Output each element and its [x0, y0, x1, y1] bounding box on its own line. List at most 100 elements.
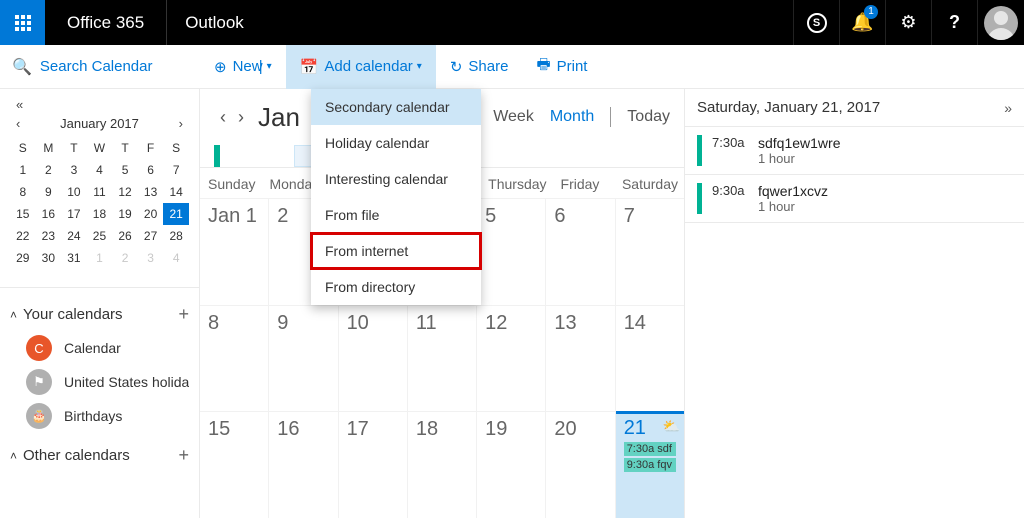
- minical-day[interactable]: 6: [138, 159, 164, 181]
- minical-day[interactable]: 7: [163, 159, 189, 181]
- add-calendar-button[interactable]: 📅 Add calendar ▾: [286, 45, 436, 89]
- month-cell[interactable]: Jan 1: [200, 198, 269, 305]
- calendar-list-item[interactable]: ⚑United States holidays: [10, 365, 189, 399]
- minical-day[interactable]: 9: [36, 181, 62, 203]
- menu-item[interactable]: From internet: [311, 233, 481, 269]
- month-cell[interactable]: 18: [408, 411, 477, 518]
- cal-prev[interactable]: ‹: [214, 107, 232, 128]
- minical-day[interactable]: 20: [138, 203, 164, 225]
- calendar-list-item[interactable]: CCalendar: [10, 331, 189, 365]
- minical-day[interactable]: 12: [112, 181, 138, 203]
- date-number: 5: [485, 205, 537, 228]
- month-cell[interactable]: 9: [269, 305, 338, 412]
- minical-day[interactable]: 11: [87, 181, 113, 203]
- skype-button[interactable]: S: [794, 0, 839, 45]
- minical-day[interactable]: 17: [61, 203, 87, 225]
- minical-day[interactable]: 15: [10, 203, 36, 225]
- month-cell[interactable]: 13: [546, 305, 615, 412]
- help-button[interactable]: ?: [932, 0, 977, 45]
- minical-day[interactable]: 27: [138, 225, 164, 247]
- minical-day[interactable]: 16: [36, 203, 62, 225]
- mini-calendar[interactable]: SMTWTFS 12345678910111213141516171819202…: [10, 137, 189, 269]
- minical-day[interactable]: 4: [163, 247, 189, 269]
- month-cell[interactable]: 10: [339, 305, 408, 412]
- month-cell[interactable]: 11: [408, 305, 477, 412]
- collapse-sidebar-button[interactable]: «: [12, 97, 26, 112]
- calendar-list-item[interactable]: 🎂Birthdays: [10, 399, 189, 433]
- minical-day[interactable]: 21: [163, 203, 189, 225]
- minical-day[interactable]: 2: [36, 159, 62, 181]
- other-calendars-label: Other calendars: [23, 447, 178, 464]
- month-cell[interactable]: 7: [616, 198, 684, 305]
- new-button[interactable]: ⊕ New | ▾: [200, 45, 286, 89]
- print-button[interactable]: 🖶 Print: [522, 45, 601, 89]
- minical-day[interactable]: 2: [112, 247, 138, 269]
- minical-day[interactable]: 8: [10, 181, 36, 203]
- menu-item[interactable]: From file: [311, 197, 481, 233]
- month-cell[interactable]: 8: [200, 305, 269, 412]
- minical-day[interactable]: 24: [61, 225, 87, 247]
- minical-day[interactable]: 10: [61, 181, 87, 203]
- minical-day[interactable]: 5: [112, 159, 138, 181]
- minical-day[interactable]: 25: [87, 225, 113, 247]
- minical-day[interactable]: 28: [163, 225, 189, 247]
- minical-day[interactable]: 3: [61, 159, 87, 181]
- month-cell[interactable]: 21⛅7:30a sdf9:30a fqv: [616, 411, 684, 518]
- app-launcher-button[interactable]: [0, 0, 45, 45]
- month-cell[interactable]: 5: [477, 198, 546, 305]
- cal-next[interactable]: ›: [232, 107, 250, 128]
- view-week[interactable]: Week: [493, 108, 534, 126]
- month-cell[interactable]: 15: [200, 411, 269, 518]
- minical-day[interactable]: 31: [61, 247, 87, 269]
- month-cell[interactable]: 17: [339, 411, 408, 518]
- month-cell[interactable]: 6: [546, 198, 615, 305]
- minical-day[interactable]: 4: [87, 159, 113, 181]
- agenda-item[interactable]: 9:30afqwer1xcvz1 hour: [685, 175, 1024, 223]
- month-cell[interactable]: 14: [616, 305, 684, 412]
- outlook-brand[interactable]: Outlook: [167, 13, 262, 33]
- minical-day[interactable]: 30: [36, 247, 62, 269]
- month-cell[interactable]: 19: [477, 411, 546, 518]
- chevron-up-icon: ˄: [10, 449, 17, 463]
- event-chip[interactable]: 9:30a fqv: [624, 458, 676, 472]
- minical-day[interactable]: 29: [10, 247, 36, 269]
- menu-item[interactable]: Interesting calendar: [311, 161, 481, 197]
- view-today[interactable]: Today: [627, 108, 670, 126]
- search-calendar[interactable]: 🔍 Search Calendar: [0, 45, 200, 89]
- expand-detail-icon[interactable]: »: [1004, 100, 1012, 116]
- minical-day[interactable]: 13: [138, 181, 164, 203]
- add-calendar-plus[interactable]: +: [178, 445, 189, 466]
- month-cell[interactable]: 16: [269, 411, 338, 518]
- minical-day[interactable]: 3: [138, 247, 164, 269]
- minical-prev[interactable]: ‹: [12, 116, 24, 131]
- notifications-button[interactable]: 🔔 1: [840, 0, 885, 45]
- month-cell[interactable]: 20: [546, 411, 615, 518]
- other-calendars-header[interactable]: ˄ Other calendars +: [10, 439, 189, 472]
- share-button[interactable]: ↻ Share: [436, 45, 523, 89]
- add-calendar-plus[interactable]: +: [178, 304, 189, 325]
- minical-day[interactable]: 14: [163, 181, 189, 203]
- minical-day[interactable]: 26: [112, 225, 138, 247]
- chevron-down-icon[interactable]: ▾: [267, 61, 272, 72]
- minical-day[interactable]: 23: [36, 225, 62, 247]
- minical-day[interactable]: 18: [87, 203, 113, 225]
- office-brand[interactable]: Office 365: [45, 13, 166, 33]
- event-chip[interactable]: 7:30a sdf: [624, 442, 676, 456]
- minical-day[interactable]: 1: [10, 159, 36, 181]
- agenda-item[interactable]: 7:30asdfq1ew1wre1 hour: [685, 127, 1024, 175]
- view-month[interactable]: Month: [550, 108, 594, 126]
- account-avatar[interactable]: [984, 6, 1018, 40]
- add-calendar-menu[interactable]: Secondary calendarHoliday calendarIntere…: [311, 89, 481, 305]
- minical-day[interactable]: 22: [10, 225, 36, 247]
- calendar-chip[interactable]: [214, 145, 220, 167]
- settings-button[interactable]: ⚙: [886, 0, 931, 45]
- menu-item[interactable]: Holiday calendar: [311, 125, 481, 161]
- menu-item[interactable]: From directory: [311, 269, 481, 305]
- minical-day[interactable]: 19: [112, 203, 138, 225]
- month-cell[interactable]: 12: [477, 305, 546, 412]
- your-calendars-header[interactable]: ˄ Your calendars +: [10, 298, 189, 331]
- minical-day[interactable]: 1: [87, 247, 113, 269]
- current-month: Jan: [258, 102, 300, 133]
- minical-next[interactable]: ›: [175, 116, 187, 131]
- menu-item[interactable]: Secondary calendar: [311, 89, 481, 125]
